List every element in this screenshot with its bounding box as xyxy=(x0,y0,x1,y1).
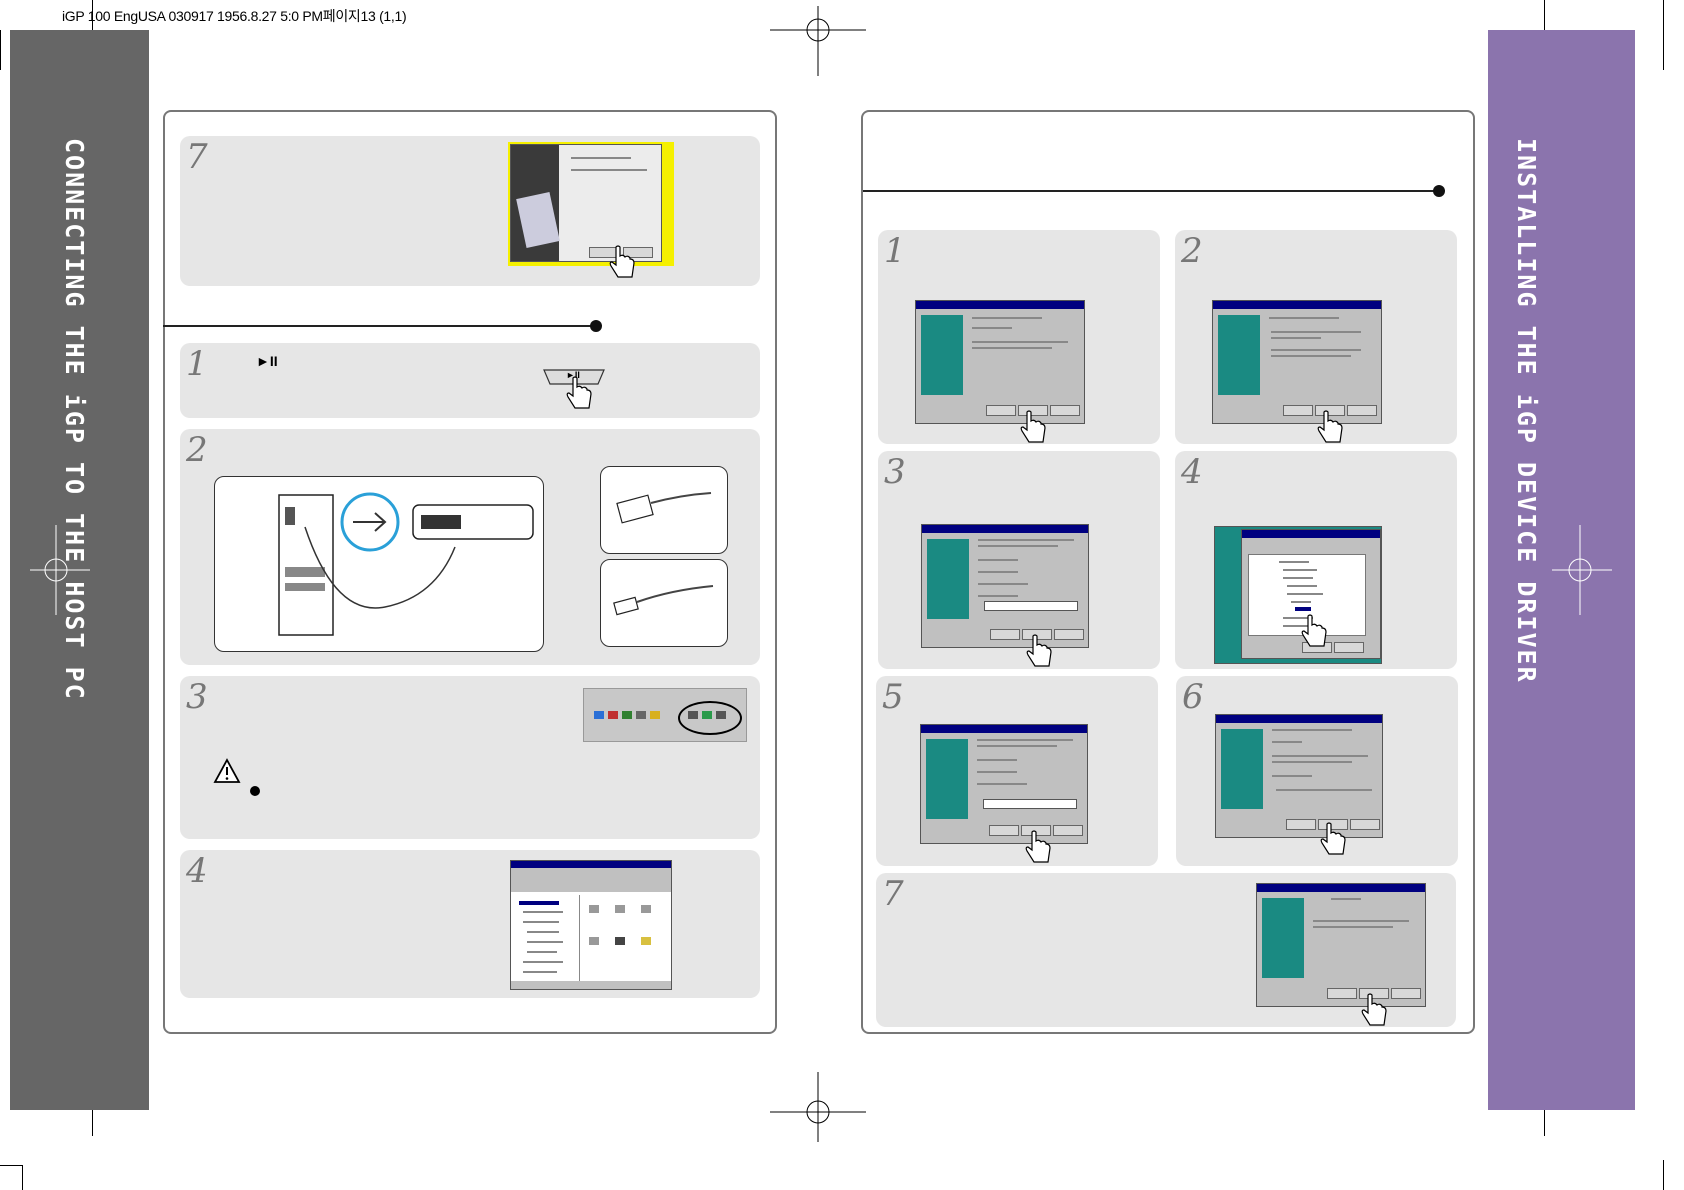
hand-pointer-icon xyxy=(1026,634,1052,667)
add-hardware-wizard-screenshot-6 xyxy=(1215,714,1383,838)
step-number: 1 xyxy=(186,344,208,384)
hand-pointer-icon xyxy=(566,376,592,409)
install-complete-screenshot xyxy=(510,144,662,262)
usb-a-connector-box xyxy=(600,466,728,554)
system-tray-screenshot xyxy=(583,688,747,742)
highlight-ellipse xyxy=(678,701,742,735)
step-number: 6 xyxy=(1182,677,1204,717)
bullet-icon xyxy=(590,320,602,332)
step-number: 2 xyxy=(1181,231,1203,271)
crop-mark xyxy=(1663,0,1664,70)
usb-mini-connector-box xyxy=(600,559,728,647)
browse-for-folder-screenshot xyxy=(1214,526,1382,664)
hand-pointer-icon xyxy=(609,245,635,278)
hand-pointer-icon xyxy=(1025,830,1051,863)
add-hardware-wizard-screenshot-5 xyxy=(920,724,1088,844)
add-hardware-wizard-screenshot-3 xyxy=(921,524,1089,648)
step-number: 3 xyxy=(186,677,208,717)
step-number: 3 xyxy=(884,452,906,492)
hand-pointer-icon xyxy=(1317,410,1343,443)
play-pause-symbol: ►II xyxy=(256,353,278,369)
section-divider xyxy=(863,190,1438,192)
registration-mark xyxy=(770,1072,866,1142)
hand-pointer-icon xyxy=(1361,993,1387,1026)
usb-connection-illustration xyxy=(214,476,544,652)
crop-mark xyxy=(0,1165,22,1166)
hand-pointer-icon xyxy=(1020,410,1046,443)
add-hardware-wizard-screenshot-2 xyxy=(1212,300,1382,424)
usb-icon xyxy=(613,585,714,616)
right-sidebar-title: INSTALLING THE iGP DEVICE DRIVER xyxy=(1512,138,1541,684)
step-number: 4 xyxy=(1181,452,1203,492)
add-hardware-wizard-screenshot-1 xyxy=(915,300,1085,424)
bullet-icon xyxy=(1433,185,1445,197)
step-number: 7 xyxy=(186,137,208,177)
left-step-1-box: 1 ►II xyxy=(180,343,760,418)
registration-mark xyxy=(30,525,90,615)
step-number: 5 xyxy=(882,677,904,717)
registration-mark xyxy=(1552,525,1612,615)
step-number: 4 xyxy=(186,851,208,891)
crop-mark xyxy=(22,1165,23,1190)
step-number: 7 xyxy=(882,874,904,914)
folder-tree xyxy=(513,895,580,981)
step-number: 1 xyxy=(884,231,906,271)
step-number: 2 xyxy=(186,430,208,470)
usb-icon xyxy=(616,492,712,524)
warning-icon xyxy=(213,758,241,783)
crop-mark xyxy=(0,30,1,70)
hand-pointer-icon xyxy=(1320,822,1346,855)
section-divider xyxy=(163,325,593,327)
hand-pointer-icon xyxy=(1301,614,1327,647)
my-computer-screenshot xyxy=(510,860,672,990)
print-header: iGP 100 EngUSA 030917 1956.8.27 5:0 PM페이… xyxy=(62,8,407,24)
crop-mark xyxy=(1663,1160,1664,1190)
left-sidebar-title: CONNECTING THE iGP TO THE HOST PC xyxy=(60,138,89,701)
bullet-icon xyxy=(250,786,260,796)
add-hardware-wizard-screenshot-7 xyxy=(1256,883,1426,1007)
registration-mark xyxy=(770,6,866,76)
left-step-4-box: 4 xyxy=(180,850,760,998)
